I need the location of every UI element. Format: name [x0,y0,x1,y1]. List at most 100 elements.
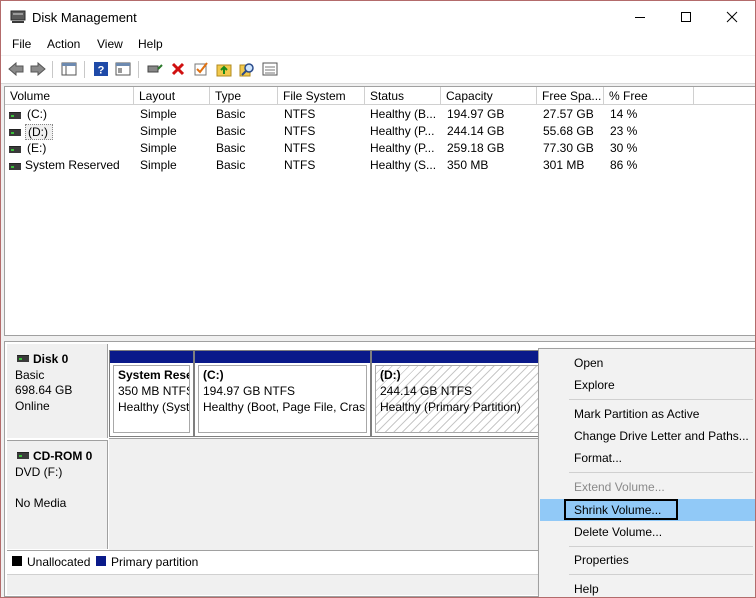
column-header-label: Type [215,89,242,103]
show-hide-console-tree-button[interactable] [60,60,78,78]
partition-name: (D:) [380,368,401,382]
disk-management-app-icon [10,10,26,23]
volume-free-space: 27.57 GB [543,107,594,121]
list-view-button[interactable] [261,60,279,78]
volume-capacity: 350 MB [447,158,489,172]
cdrom-state: No Media [15,496,67,510]
properties-button[interactable] [114,60,132,78]
volume-layout: Simple [140,141,177,155]
menu-item-mark-partition-active[interactable]: Mark Partition as Active [540,403,755,425]
toolbar-separator [84,61,85,78]
volume-free-space: 55.68 GB [543,124,594,138]
column-header-label: % Free [609,89,648,103]
partition-name: (C:) [203,368,224,382]
column-header-label: Layout [139,89,176,103]
maximize-button[interactable] [663,1,709,33]
volume-type: Basic [216,158,246,172]
cdrom-name: CD-ROM 0 [33,449,93,463]
volume-name: (E:) [27,141,47,155]
volume-free-space: 77.30 GB [543,141,594,155]
search-button[interactable] [238,60,256,78]
partition-name: System Rese [118,368,190,382]
legend-primary: Primary partition [111,555,199,569]
connect-button[interactable] [146,60,164,78]
menu-item-help[interactable]: Help [540,578,755,597]
volume-list[interactable]: Volume Layout Type File System Status Ca… [4,86,755,336]
close-button[interactable] [709,1,755,33]
menu-help[interactable]: Help [138,37,163,51]
menu-separator [569,546,753,547]
menu-action[interactable]: Action [47,37,80,51]
check-button[interactable] [192,60,210,78]
menu-item-format[interactable]: Format... [540,447,755,469]
volume-icon [9,146,21,153]
column-header-layout[interactable]: Layout [134,87,210,105]
cdrom-0-label[interactable]: CD-ROM 0 DVD (F:) No Media [7,440,108,549]
disk-state: Online [15,399,50,413]
list-view-icon [262,62,278,76]
primary-partition-bar [195,351,370,363]
toolbar: ? [1,56,755,84]
partition-d[interactable]: (D:) 244.14 GB NTFS Healthy (Primary Par… [371,350,540,437]
menu-separator [569,574,753,575]
forward-arrow-icon [30,62,46,76]
menu-item-properties[interactable]: Properties [540,549,755,571]
menu-item-label: Format... [574,451,623,465]
disk-size: 698.64 GB [15,383,73,397]
column-header-label: Status [370,89,405,103]
partition-status: Healthy (Boot, Page File, Crash [203,400,367,414]
legend: Unallocated Primary partition [7,550,541,573]
folder-up-icon [216,64,232,77]
partition-body: (C:) 194.97 GB NTFS Healthy (Boot, Page … [198,365,367,433]
column-header-free-space[interactable]: Free Spa... [537,87,604,105]
volume-layout: Simple [140,158,177,172]
menu-view[interactable]: View [97,37,123,51]
disk-0-label[interactable]: Disk 0 Basic 698.64 GB Online [7,344,108,438]
volume-free-space: 301 MB [543,158,585,172]
cdrom-icon [17,452,29,459]
column-header-volume[interactable]: Volume [5,87,134,105]
volume-status: Healthy (P... [370,141,435,155]
forward-button[interactable] [29,60,47,78]
volume-percent-free: 14 % [610,107,638,121]
minimize-icon [635,17,645,18]
column-header-percent-free[interactable]: % Free [604,87,694,105]
help-button[interactable]: ? [92,60,110,78]
menu-item-label: Help [574,582,599,596]
horizontal-scrollbar[interactable] [7,574,541,595]
menu-item-open[interactable]: Open [540,352,755,374]
volume-type: Basic [216,107,246,121]
delete-button[interactable] [169,60,187,78]
partition-size: 194.97 GB NTFS [203,384,296,398]
volume-percent-free: 30 % [610,141,638,155]
legend-unallocated: Unallocated [27,555,91,569]
minimize-button[interactable] [617,1,663,33]
partition-c[interactable]: (C:) 194.97 GB NTFS Healthy (Boot, Page … [194,350,371,437]
column-header-file-system[interactable]: File System [278,87,365,105]
menu-file[interactable]: File [12,37,31,51]
primary-partition-swatch [96,556,106,566]
menu-separator [569,472,753,473]
menu-item-explore[interactable]: Explore [540,374,755,396]
column-header-type[interactable]: Type [210,87,278,105]
connect-icon [147,64,163,73]
menu-item-change-drive-letter[interactable]: Change Drive Letter and Paths... [540,425,755,447]
volume-capacity: 259.18 GB [447,141,505,155]
volume-percent-free: 86 % [610,158,638,172]
volume-capacity: 244.14 GB [447,124,505,138]
menu-item-label: Extend Volume... [574,480,665,494]
volume-icon [9,129,21,136]
disk-management-window: Disk Management File Action View Help ? [0,0,756,598]
folder-up-button[interactable] [215,60,233,78]
menu-item-label: Delete Volume... [574,525,663,539]
primary-partition-bar [372,351,540,363]
menu-item-shrink-volume[interactable]: Shrink Volume... [540,499,755,521]
column-header-status[interactable]: Status [365,87,441,105]
menu-item-delete-volume[interactable]: Delete Volume... [540,521,755,543]
menu-item-label: Properties [574,553,629,567]
help-icon: ? [94,62,108,77]
maximize-icon [681,12,691,22]
partition-system-reserved[interactable]: System Rese 350 MB NTFS Healthy (Syst [109,350,194,437]
column-header-capacity[interactable]: Capacity [441,87,537,105]
back-button[interactable] [7,60,25,78]
